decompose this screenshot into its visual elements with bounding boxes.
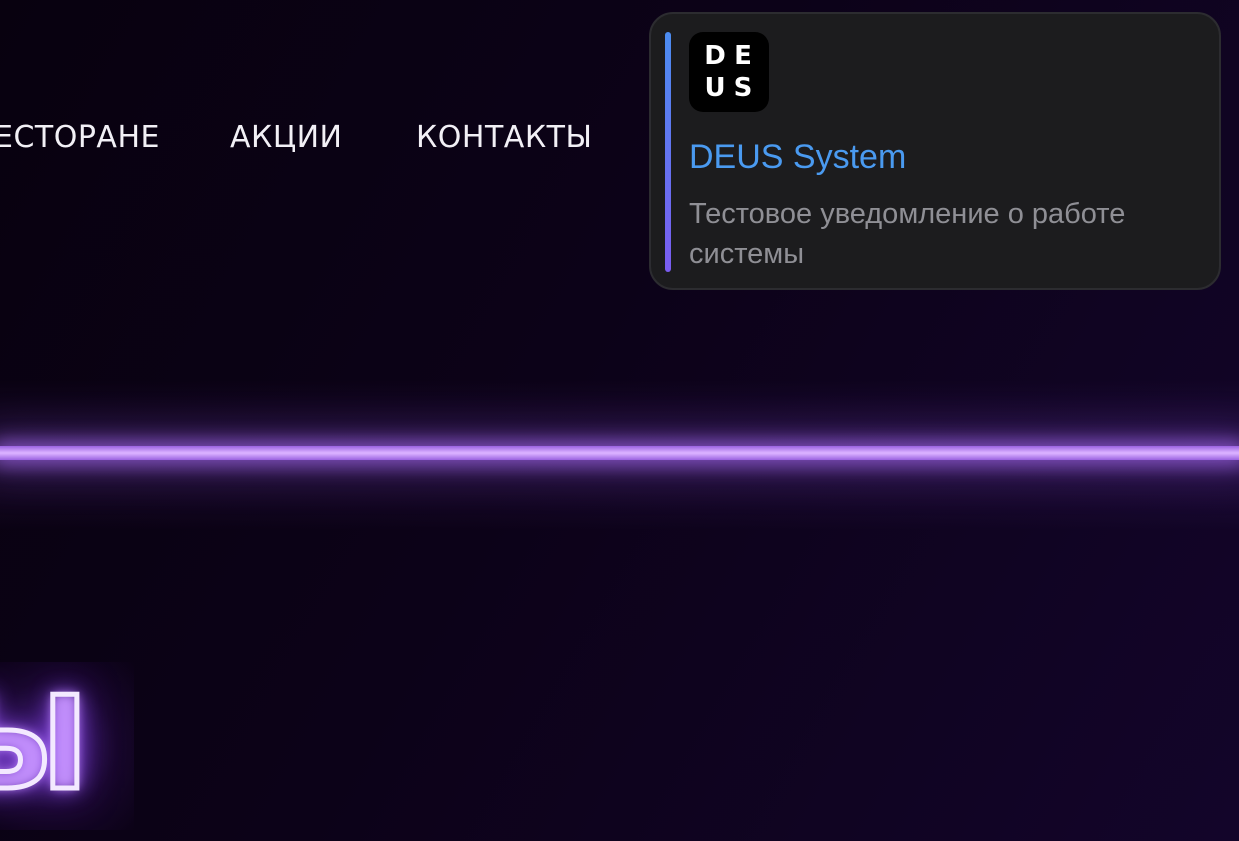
main-navigation: ЕСТОРАНЕ АКЦИИ КОНТАКТЫ: [0, 118, 640, 158]
notification-title: DEUS System: [689, 138, 907, 176]
logo-letter-d: D: [704, 41, 726, 71]
nav-item-contacts[interactable]: КОНТАКТЫ: [416, 118, 592, 158]
neon-heading-text: Ы: [0, 668, 91, 822]
nav-item-promotions[interactable]: АКЦИИ: [230, 118, 343, 158]
logo-letter-s: S: [733, 73, 753, 103]
logo-letter-u: U: [704, 73, 726, 103]
notification-body: Тестовое уведомление о работе системы: [689, 198, 1126, 270]
deus-logo-icon: D E U S: [689, 32, 769, 112]
system-notification[interactable]: D E U S DEUS System Тестовое уведомление…: [649, 12, 1221, 290]
neon-divider-line: [0, 446, 1239, 460]
neon-heading-fragment: Ы: [0, 662, 134, 830]
notification-accent-bar: [665, 32, 671, 272]
logo-letter-e: E: [734, 41, 752, 71]
nav-item-restaurant[interactable]: ЕСТОРАНЕ: [0, 118, 160, 158]
